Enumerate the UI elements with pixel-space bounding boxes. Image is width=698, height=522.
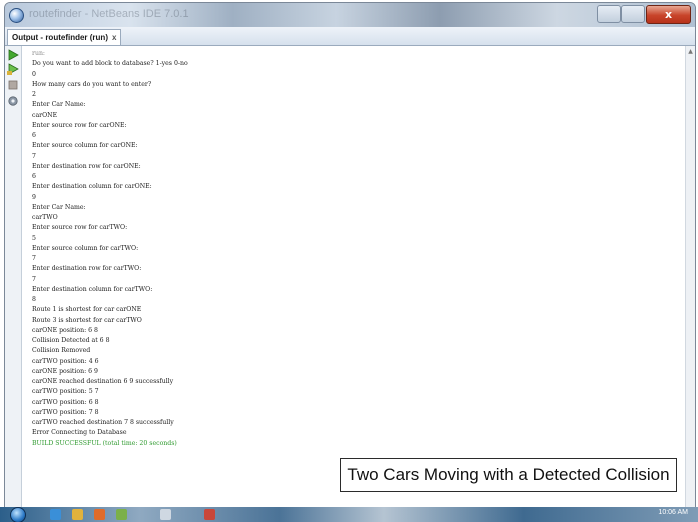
taskbar: 10:06 AM [0, 507, 698, 522]
console-line: BUILD SUCCESSFUL (total time: 20 seconds… [32, 439, 177, 447]
scroll-up-icon[interactable]: ▲ [687, 48, 694, 55]
console-line: Collision Detected at 6 8 [32, 337, 110, 344]
maximize-button[interactable] [621, 5, 645, 23]
output-console[interactable]: run: Do you want to add block to database… [22, 46, 686, 507]
vertical-scrollbar[interactable]: ▲ [685, 46, 695, 507]
console-line: carONE position: 6 8 [32, 326, 98, 334]
console-line: carTWO position: 4 6 [32, 357, 99, 365]
console-line: Enter destination row for carTWO: [32, 265, 142, 273]
title-bar[interactable]: routefinder - NetBeans IDE 7.0.1 x [5, 3, 695, 27]
output-tab-strip: Output - routefinder (run) x [5, 27, 695, 46]
console-line: Enter source row for carTWO: [32, 224, 128, 232]
console-line: carTWO position: 6 8 [32, 398, 99, 406]
paint-icon[interactable] [204, 509, 215, 520]
console-line: How many cars do you want to enter? [32, 80, 152, 88]
output-toolbar [5, 46, 22, 515]
console-line: 7 [32, 255, 36, 262]
console-line: Enter destination column for carONE: [32, 183, 152, 191]
console-line: carONE position: 6 9 [32, 367, 98, 375]
caption-label: Two Cars Moving with a Detected Collisio… [340, 458, 677, 492]
console-line: carONE reached destination 6 9 successfu… [32, 378, 174, 385]
console-line: run: [32, 50, 46, 57]
console-line: Error Connecting to Database [32, 429, 127, 437]
console-line: Enter source column for carONE: [32, 142, 138, 150]
console-lines: run: Do you want to add block to database… [32, 49, 188, 449]
console-line: 8 [32, 296, 36, 303]
rerun-icon[interactable] [7, 63, 19, 75]
console-line: 6 [32, 173, 36, 180]
app-icon[interactable] [116, 509, 127, 520]
console-line: carONE [32, 111, 58, 119]
tab-label: Output - routefinder (run) [12, 33, 108, 42]
window-title: routefinder - NetBeans IDE 7.0.1 [29, 8, 189, 20]
media-icon[interactable] [94, 509, 105, 520]
run-icon[interactable] [7, 49, 19, 61]
console-line: Enter Car Name: [32, 203, 86, 211]
console-line: 9 [32, 193, 36, 201]
settings-icon[interactable] [7, 95, 19, 107]
netbeans-icon[interactable] [160, 509, 171, 520]
console-line: 0 [32, 70, 36, 78]
tab-close-icon[interactable]: x [112, 33, 116, 42]
console-line: carTWO position: 5 7 [32, 388, 99, 396]
console-line: Enter source column for carTWO: [32, 244, 139, 252]
console-line: Enter source row for carONE: [32, 121, 127, 129]
clock[interactable]: 10:06 AM [658, 509, 688, 516]
ie-icon[interactable] [50, 509, 61, 520]
console-line: Enter Car Name: [32, 101, 86, 109]
minimize-button[interactable] [597, 5, 621, 23]
stop-icon[interactable] [7, 79, 19, 91]
console-line: carTWO position: 7 8 [32, 408, 99, 416]
console-line: 7 [32, 275, 36, 283]
console-line: carTWO reached destination 7 8 successfu… [32, 419, 174, 426]
start-orb-icon[interactable] [10, 507, 26, 522]
console-line: Route 1 is shortest for car carONE [32, 306, 142, 314]
console-line: 6 [32, 132, 36, 139]
explorer-icon[interactable] [72, 509, 83, 520]
console-line: 2 [32, 91, 36, 98]
console-line: Enter destination column for carTWO: [32, 285, 153, 293]
tab-output-routefinder[interactable]: Output - routefinder (run) x [7, 29, 122, 45]
console-line: Do you want to add block to database? 1-… [32, 60, 188, 68]
console-line: carTWO [32, 214, 58, 221]
console-line: 7 [32, 152, 36, 160]
close-button[interactable]: x [646, 5, 691, 24]
console-line: Enter destination row for carONE: [32, 162, 141, 170]
ide-window: routefinder - NetBeans IDE 7.0.1 x Outpu… [4, 2, 696, 516]
console-line: Route 3 is shortest for car carTWO [32, 316, 142, 324]
netbeans-app-icon [9, 8, 24, 23]
console-line: 5 [32, 234, 36, 242]
console-line: Collision Removed [32, 347, 91, 355]
